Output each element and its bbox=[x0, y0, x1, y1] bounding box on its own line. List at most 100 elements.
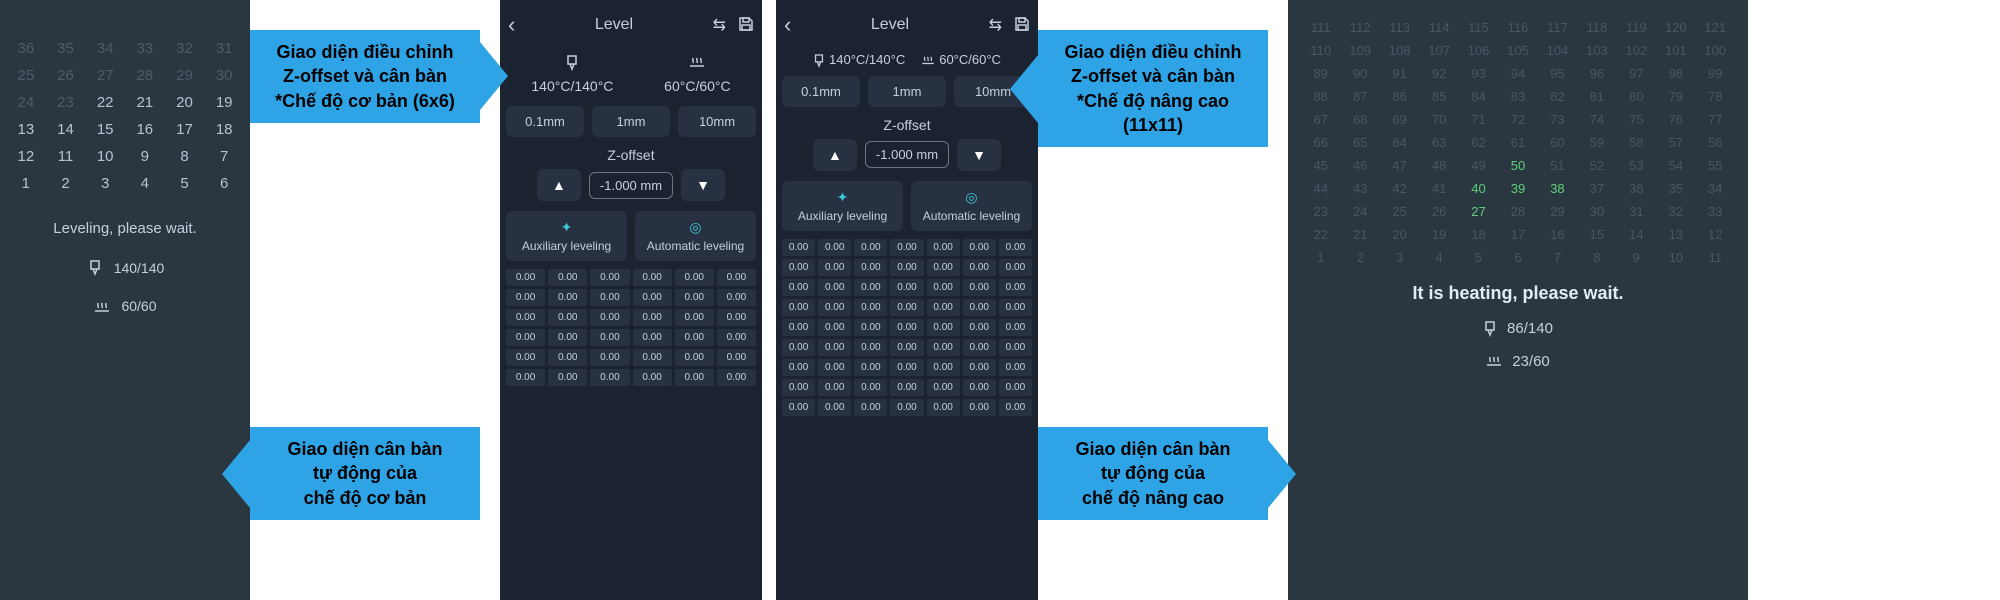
grid-cell: 20 bbox=[171, 94, 199, 111]
grid-cell: 101 bbox=[1661, 43, 1690, 58]
step-1mm-button[interactable]: 1mm bbox=[868, 76, 946, 107]
grid-cell: 97 bbox=[1622, 66, 1651, 81]
step-1mm-button[interactable]: 1mm bbox=[592, 106, 670, 137]
wand-icon: ✦ bbox=[786, 189, 899, 206]
callout-line: chế độ cơ bản bbox=[264, 486, 466, 510]
grid-cell: 93 bbox=[1464, 66, 1493, 81]
grid-cell: 61 bbox=[1503, 135, 1532, 150]
mesh-cell: 0.00 bbox=[675, 289, 714, 306]
z-offset-controls: ▲ -1.000 mm ▼ bbox=[782, 139, 1032, 171]
nozzle-icon bbox=[531, 54, 613, 72]
mesh-cell: 0.00 bbox=[854, 239, 887, 256]
auto-icon: ◎ bbox=[639, 219, 752, 236]
z-down-button[interactable]: ▼ bbox=[957, 139, 1001, 171]
callout-column-right: Giao diện điều chỉnh Z-offset và cân bàn… bbox=[1038, 0, 1288, 600]
grid-cell: 21 bbox=[131, 94, 159, 111]
mesh-grid-7x9: 0.000.000.000.000.000.000.000.000.000.00… bbox=[782, 239, 1032, 416]
save-icon[interactable] bbox=[1014, 15, 1030, 35]
callout-line: *Chế độ nâng cao bbox=[1052, 89, 1254, 113]
step-10mm-button[interactable]: 10mm bbox=[678, 106, 756, 137]
mesh-cell: 0.00 bbox=[999, 379, 1032, 396]
grid-cell: 55 bbox=[1701, 158, 1730, 173]
mesh-cell: 0.00 bbox=[854, 319, 887, 336]
nozzle-temp-row: 86/140 bbox=[1306, 320, 1730, 337]
callout-autolevel-advanced: Giao diện cân bàn tự động của chế độ nân… bbox=[1038, 427, 1268, 520]
mesh-cell: 0.00 bbox=[927, 379, 960, 396]
grid-cell: 26 bbox=[1424, 204, 1453, 219]
back-button[interactable]: ‹ bbox=[784, 12, 791, 38]
nozzle-icon bbox=[813, 52, 825, 67]
bed-icon bbox=[1486, 353, 1502, 370]
leveling-progress-panel-advanced: 1111121131141151161171181191201211101091… bbox=[1288, 0, 1748, 600]
grid-cell: 71 bbox=[1464, 112, 1493, 127]
auxiliary-leveling-button[interactable]: ✦ Auxiliary leveling bbox=[782, 181, 903, 231]
z-up-button[interactable]: ▲ bbox=[813, 139, 857, 171]
z-up-button[interactable]: ▲ bbox=[537, 169, 581, 201]
callout-line: Giao diện cân bàn bbox=[1052, 437, 1254, 461]
grid-cell: 102 bbox=[1622, 43, 1651, 58]
mesh-cell: 0.00 bbox=[675, 369, 714, 386]
grid-cell: 24 bbox=[1345, 204, 1374, 219]
swap-icon[interactable]: ⇆ bbox=[713, 15, 726, 35]
grid-cell: 115 bbox=[1464, 20, 1493, 35]
grid-cell: 25 bbox=[12, 67, 40, 84]
leveling-mode-row: ✦Auxiliary leveling ◎Automatic leveling bbox=[506, 211, 756, 261]
grid-cell: 25 bbox=[1385, 204, 1414, 219]
aux-label: Auxiliary leveling bbox=[798, 209, 887, 223]
grid-cell: 62 bbox=[1464, 135, 1493, 150]
nozzle-temp-value: 140°C/140°C bbox=[829, 52, 905, 67]
mesh-cell: 0.00 bbox=[963, 319, 996, 336]
mesh-cell: 0.00 bbox=[890, 379, 923, 396]
header-icons: ⇆ bbox=[713, 15, 754, 35]
save-icon[interactable] bbox=[738, 15, 754, 35]
grid-cell: 3 bbox=[1385, 250, 1414, 265]
grid-cell: 9 bbox=[131, 148, 159, 165]
mesh-cell: 0.00 bbox=[818, 239, 851, 256]
mesh-cell: 0.00 bbox=[999, 299, 1032, 316]
phone-header: ‹ Level ⇆ bbox=[782, 8, 1032, 48]
callout-line: tự động của bbox=[264, 461, 466, 485]
grid-cell: 11 bbox=[1701, 250, 1730, 265]
step-0.1mm-button[interactable]: 0.1mm bbox=[782, 76, 860, 107]
nozzle-icon bbox=[1483, 320, 1497, 337]
mesh-cell: 0.00 bbox=[963, 239, 996, 256]
nozzle-temp-value: 140°C/140°C bbox=[531, 78, 613, 94]
grid-cell: 119 bbox=[1622, 20, 1651, 35]
grid-cell: 83 bbox=[1503, 89, 1532, 104]
mesh-cell: 0.00 bbox=[548, 309, 587, 326]
back-button[interactable]: ‹ bbox=[508, 12, 515, 38]
grid-cell: 90 bbox=[1345, 66, 1374, 81]
mesh-cell: 0.00 bbox=[890, 259, 923, 276]
grid-cell: 99 bbox=[1701, 66, 1730, 81]
automatic-leveling-button[interactable]: ◎Automatic leveling bbox=[635, 211, 756, 261]
automatic-leveling-button[interactable]: ◎Automatic leveling bbox=[911, 181, 1032, 231]
grid-cell: 66 bbox=[1306, 135, 1335, 150]
grid-cell: 73 bbox=[1543, 112, 1572, 127]
grid-cell: 108 bbox=[1385, 43, 1414, 58]
grid-cell: 35 bbox=[52, 40, 80, 57]
mesh-cell: 0.00 bbox=[633, 289, 672, 306]
grid-cell: 14 bbox=[52, 121, 80, 138]
temp-readouts: 140°C/140°C 60°C/60°C bbox=[506, 54, 756, 94]
auxiliary-leveling-button[interactable]: ✦Auxiliary leveling bbox=[506, 211, 627, 261]
grid-cell: 2 bbox=[1345, 250, 1374, 265]
grid-cell: 2 bbox=[52, 175, 80, 192]
mesh-cell: 0.00 bbox=[818, 259, 851, 276]
grid-cell: 1 bbox=[1306, 250, 1335, 265]
grid-cell: 16 bbox=[131, 121, 159, 138]
grid-cell: 78 bbox=[1701, 89, 1730, 104]
mesh-cell: 0.00 bbox=[818, 379, 851, 396]
aux-label: Auxiliary leveling bbox=[522, 239, 611, 253]
grid-cell: 5 bbox=[171, 175, 199, 192]
screen-title: Level bbox=[595, 16, 633, 34]
swap-icon[interactable]: ⇆ bbox=[989, 15, 1002, 35]
mesh-cell: 0.00 bbox=[782, 259, 815, 276]
grid-cell: 121 bbox=[1701, 20, 1730, 35]
step-0.1mm-button[interactable]: 0.1mm bbox=[506, 106, 584, 137]
mesh-cell: 0.00 bbox=[890, 239, 923, 256]
grid-cell: 13 bbox=[1661, 227, 1690, 242]
grid-cell: 36 bbox=[12, 40, 40, 57]
grid-cell: 59 bbox=[1582, 135, 1611, 150]
mesh-cell: 0.00 bbox=[782, 339, 815, 356]
z-down-button[interactable]: ▼ bbox=[681, 169, 725, 201]
